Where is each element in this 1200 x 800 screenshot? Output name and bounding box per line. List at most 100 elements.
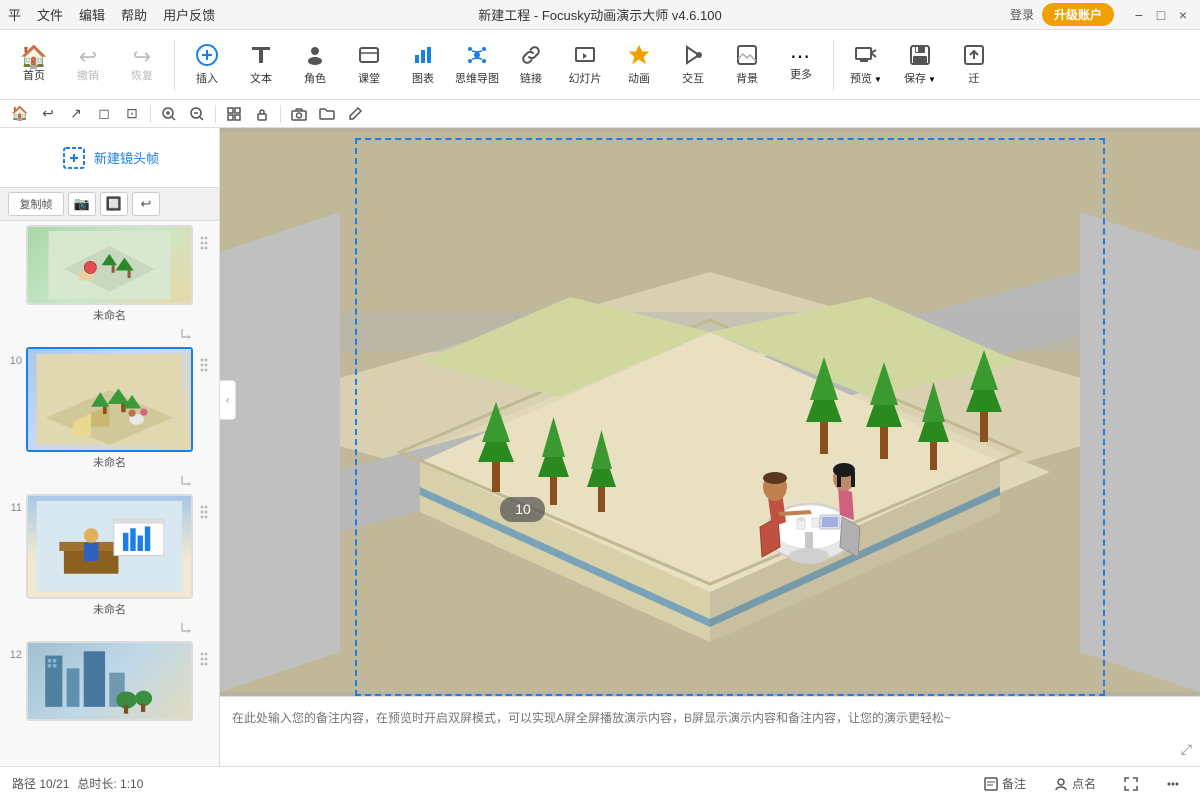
drag-handle-12[interactable]	[193, 641, 215, 669]
connector-1	[4, 327, 215, 347]
menu-file[interactable]: 文件	[37, 5, 63, 24]
ct-rect-btn[interactable]: ◻	[92, 102, 116, 126]
slide-thumb-11[interactable]	[26, 494, 193, 599]
toolbar-link[interactable]: 链接	[505, 34, 557, 96]
toolbar-text-label: 文本	[250, 73, 272, 86]
toolbar-export[interactable]: 迁	[948, 34, 1000, 96]
slide-thumb-10[interactable]	[26, 347, 193, 452]
background-icon	[735, 43, 759, 71]
toolbar-slides[interactable]: 幻灯片	[559, 34, 611, 96]
toolbar-animation[interactable]: 动画	[613, 34, 665, 96]
close-button[interactable]: ×	[1174, 6, 1192, 24]
thumb-svg-12	[36, 647, 183, 715]
link-icon	[519, 43, 543, 71]
toolbar-group-nav: 🏠 首页 ↩ 撤销 ↪ 恢复	[8, 34, 168, 96]
toolbar-undo[interactable]: ↩ 撤销	[62, 34, 114, 96]
menu-edit[interactable]: 编辑	[79, 5, 105, 24]
toolbar-chart[interactable]: 图表	[397, 34, 449, 96]
toolbar-preview[interactable]: 预览 ▼	[840, 34, 892, 96]
menu-ping[interactable]: 平	[8, 5, 21, 24]
note-statusbar-btn[interactable]: 备注	[976, 773, 1034, 794]
mark-statusbar-icon	[1054, 777, 1068, 791]
ct-back-btn[interactable]: ↩	[36, 102, 60, 126]
ct-zoomout-btn[interactable]	[185, 102, 209, 126]
slide-item-unnamed[interactable]: 未命名	[4, 225, 215, 323]
frame-size-btn[interactable]: 🔲	[100, 192, 128, 216]
ct-home-btn[interactable]: 🏠	[8, 102, 32, 126]
toolbar-background[interactable]: 背景	[721, 34, 773, 96]
drag-icon-11	[198, 502, 210, 522]
new-frame-button[interactable]: 新建镜头帧 ▾	[0, 128, 219, 188]
toolbar-save-label: 保存	[904, 73, 926, 86]
toolbar-more-label: 更多	[790, 69, 812, 82]
slide-item-11[interactable]: 11	[4, 494, 215, 617]
ct-forward-btn[interactable]: ↗	[64, 102, 88, 126]
login-button[interactable]: 登录	[1010, 6, 1034, 23]
copy-frame-btn[interactable]: 复制帧	[8, 192, 64, 216]
titlebar: 平 文件 编辑 帮助 用户反馈 新建工程 - Focusky动画演示大师 v4.…	[0, 0, 1200, 30]
drag-handle-11[interactable]	[193, 494, 215, 522]
ct-camera-btn[interactable]	[287, 102, 311, 126]
chart-icon	[411, 43, 435, 71]
sidebar-collapse-button[interactable]: ‹	[220, 380, 236, 420]
note-expand-btn[interactable]: ⤢	[1181, 741, 1192, 758]
toolbar-redo[interactable]: ↪ 恢复	[116, 34, 168, 96]
role-icon	[303, 43, 327, 71]
toolbar-role[interactable]: 角色	[289, 34, 341, 96]
class-icon	[357, 43, 381, 71]
mark-statusbar-btn[interactable]: 点名	[1046, 773, 1104, 794]
slide-number-10: 10	[4, 347, 26, 367]
toolbar-sep-1	[174, 40, 175, 90]
toolbar-home[interactable]: 🏠 首页	[8, 34, 60, 96]
thumb-scene-unnamed	[28, 227, 191, 303]
slide-thumb-wrapper-10: 未命名	[26, 347, 193, 470]
drag-handle-unnamed[interactable]	[193, 225, 215, 253]
more-icon: ⋯	[790, 47, 812, 67]
ct-grid-btn[interactable]	[222, 102, 246, 126]
new-frame-icon	[60, 144, 88, 172]
menu-help[interactable]: 帮助	[121, 5, 147, 24]
text-icon	[249, 43, 273, 71]
upgrade-button[interactable]: 升级账户	[1042, 3, 1114, 26]
thumb-scene-10	[28, 349, 191, 450]
toolbar-insert[interactable]: 插入	[181, 34, 233, 96]
slides-icon	[573, 43, 597, 71]
undo-icon: ↩	[79, 46, 97, 68]
toolbar-text[interactable]: 文本	[235, 34, 287, 96]
ct-sep1	[150, 105, 151, 123]
ct-edit-btn[interactable]	[343, 102, 367, 126]
export-icon	[962, 43, 986, 71]
main-area: 新建镜头帧 ▾ 复制帧 📷 🔲 ↩	[0, 128, 1200, 766]
toolbar-class[interactable]: 课堂	[343, 34, 395, 96]
more-statusbar-btn[interactable]	[1158, 775, 1188, 793]
toolbar-more[interactable]: ⋯ 更多	[775, 34, 827, 96]
fullscreen-icon	[1124, 777, 1138, 791]
ct-lock-btn[interactable]	[250, 102, 274, 126]
toolbar-mindmap[interactable]: 思维导图	[451, 34, 503, 96]
drag-handle-10[interactable]	[193, 347, 215, 375]
note-input[interactable]	[228, 705, 1162, 758]
statusbar-left: 路径 10/21 总时长: 1:10	[12, 775, 143, 792]
screenshot-btn[interactable]: 📷	[68, 192, 96, 216]
toolbar-interact[interactable]: 交互	[667, 34, 719, 96]
toolbar-preview-label: 预览	[850, 73, 872, 86]
ct-rect2-btn[interactable]: ⊡	[120, 102, 144, 126]
canvas-area[interactable]: 10 🏠 ◀ 10/21 ▶ ⤢	[220, 128, 1200, 766]
ct-folder-btn[interactable]	[315, 102, 339, 126]
slide-number-11: 11	[4, 494, 26, 514]
home-icon: 🏠	[20, 46, 47, 68]
slide-thumb-12[interactable]	[26, 641, 193, 721]
undo-frame-btn[interactable]: ↩	[132, 192, 160, 216]
slide-item-10[interactable]: 10	[4, 347, 215, 470]
minimize-button[interactable]: −	[1130, 6, 1148, 24]
save-icon	[908, 43, 932, 71]
maximize-button[interactable]: □	[1152, 6, 1170, 24]
slide-thumb-unnamed[interactable]	[26, 225, 193, 305]
slide-number-blank	[4, 225, 26, 233]
toolbar-home-label: 首页	[23, 70, 45, 83]
menu-feedback[interactable]: 用户反馈	[163, 5, 215, 24]
toolbar-save[interactable]: 保存 ▼	[894, 34, 946, 96]
fullscreen-btn[interactable]	[1116, 775, 1146, 793]
ct-zoomin-btn[interactable]	[157, 102, 181, 126]
slide-item-12[interactable]: 12	[4, 641, 215, 723]
